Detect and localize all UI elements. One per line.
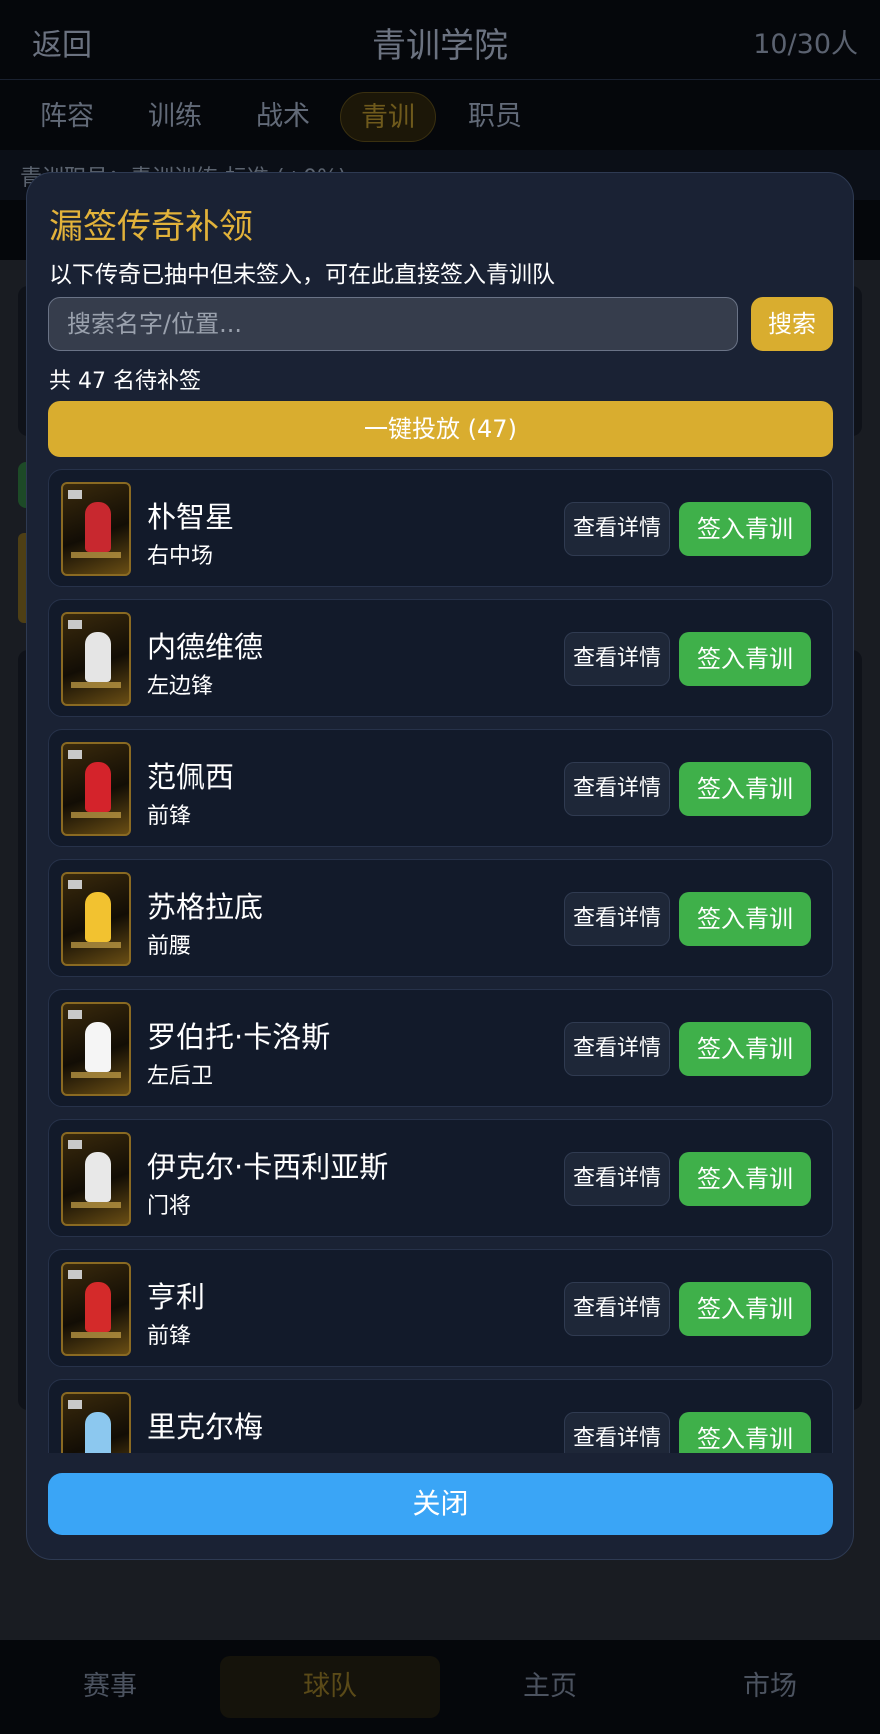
player-card-image xyxy=(61,1132,131,1226)
app-header: 返回 青训学院 10/30人 xyxy=(0,0,880,80)
player-position: 前腰 xyxy=(147,934,192,959)
player-card-image xyxy=(61,872,131,966)
flag-icon xyxy=(68,880,82,889)
flag-icon xyxy=(68,490,82,499)
view-details-button[interactable]: 查看详情 xyxy=(564,892,670,946)
tab-youth[interactable]: 青训 xyxy=(340,92,436,142)
legend-claim-modal: 漏签传奇补领 以下传奇已抽中但未签入，可在此直接签入青训队 搜索 共 47 名待… xyxy=(26,172,854,1560)
nav-matches[interactable]: 赛事 xyxy=(0,1640,220,1734)
player-figure-icon xyxy=(85,632,111,682)
sign-youth-button[interactable]: 签入青训 xyxy=(679,1412,811,1453)
card-name-bar xyxy=(71,942,121,948)
card-name-bar xyxy=(71,1202,121,1208)
player-position: 前锋 xyxy=(147,804,192,829)
tab-training[interactable]: 训练 xyxy=(128,92,222,142)
list-item: 朴智星右中场 查看详情 签入青训 xyxy=(48,469,833,587)
card-name-bar xyxy=(71,1332,121,1338)
list-item: 苏格拉底前腰 查看详情 签入青训 xyxy=(48,859,833,977)
sign-youth-button[interactable]: 签入青训 xyxy=(679,1022,811,1076)
view-details-button[interactable]: 查看详情 xyxy=(564,502,670,556)
player-figure-icon xyxy=(85,1152,111,1202)
nav-market[interactable]: 市场 xyxy=(660,1640,880,1734)
player-name: 里克尔梅 xyxy=(147,1410,264,1444)
player-name: 亨利 xyxy=(147,1280,206,1314)
flag-icon xyxy=(68,1270,82,1279)
flag-icon xyxy=(68,1140,82,1149)
card-name-bar xyxy=(71,682,121,688)
player-card-image xyxy=(61,1392,131,1453)
close-button[interactable]: 关闭 xyxy=(48,1473,833,1535)
member-count: 10/30人 xyxy=(753,29,858,60)
player-name: 范佩西 xyxy=(147,760,235,794)
player-card-image xyxy=(61,742,131,836)
player-position: 左后卫 xyxy=(147,1064,214,1089)
player-card-image xyxy=(61,482,131,576)
pending-count: 共 47 名待补签 xyxy=(49,369,201,394)
tab-bar: 阵容 训练 战术 青训 职员 xyxy=(0,80,880,150)
list-item: 内德维德左边锋 查看详情 签入青训 xyxy=(48,599,833,717)
modal-description: 以下传奇已抽中但未签入，可在此直接签入青训队 xyxy=(49,262,555,288)
view-details-button[interactable]: 查看详情 xyxy=(564,632,670,686)
player-position: 前锋 xyxy=(147,1324,192,1349)
player-card-image xyxy=(61,1002,131,1096)
player-position: 前腰 xyxy=(147,1448,191,1453)
player-position: 左边锋 xyxy=(147,674,214,699)
nav-home[interactable]: 主页 xyxy=(440,1640,660,1734)
card-name-bar xyxy=(71,812,121,818)
flag-icon xyxy=(68,1010,82,1019)
player-figure-icon xyxy=(85,892,111,942)
search-input[interactable] xyxy=(48,297,738,351)
player-position: 门将 xyxy=(147,1194,192,1219)
one-key-deploy-button[interactable]: 一键投放 (47) xyxy=(48,401,833,457)
tab-lineup[interactable]: 阵容 xyxy=(20,92,114,142)
player-list[interactable]: 朴智星 右中场 查看详情 签入青训 内德维德 左边锋 查看详情 签入青训 范佩西 前锋 查看详情 签入… xyxy=(48,469,833,1453)
view-details-button[interactable]: 查看详情 xyxy=(564,762,670,816)
player-name: 苏格拉底 xyxy=(147,890,264,924)
player-name: 朴智星 xyxy=(147,500,235,534)
view-details-button[interactable]: 查看详情 xyxy=(564,1022,670,1076)
list-item: 亨利前锋 查看详情 签入青训 xyxy=(48,1249,833,1367)
bottom-nav: 赛事 球队 主页 市场 xyxy=(0,1640,880,1734)
sign-youth-button[interactable]: 签入青训 xyxy=(679,632,811,686)
player-position: 右中场 xyxy=(147,544,214,569)
player-name: 伊克尔·卡西利亚斯 xyxy=(147,1150,389,1184)
modal-title: 漏签传奇补领 xyxy=(49,207,253,247)
view-details-button[interactable]: 查看详情 xyxy=(564,1282,670,1336)
player-card-image xyxy=(61,1262,131,1356)
list-item: 范佩西前锋 查看详情 签入青训 xyxy=(48,729,833,847)
view-details-button[interactable]: 查看详情 xyxy=(564,1152,670,1206)
flag-icon xyxy=(68,620,82,629)
player-name: 罗伯托·卡洛斯 xyxy=(147,1020,331,1054)
page-title: 青训学院 xyxy=(372,26,508,66)
sign-youth-button[interactable]: 签入青训 xyxy=(679,762,811,816)
card-name-bar xyxy=(71,552,121,558)
tab-staff[interactable]: 职员 xyxy=(448,92,542,142)
search-button[interactable]: 搜索 xyxy=(751,297,833,351)
player-card-image xyxy=(61,612,131,706)
player-figure-icon xyxy=(85,1282,111,1332)
list-item: 罗伯托·卡洛斯左后卫 查看详情 签入青训 xyxy=(48,989,833,1107)
player-figure-icon xyxy=(85,762,111,812)
sign-youth-button[interactable]: 签入青训 xyxy=(679,892,811,946)
view-details-button[interactable]: 查看详情 xyxy=(564,1412,670,1453)
sign-youth-button[interactable]: 签入青训 xyxy=(679,1282,811,1336)
sign-youth-button[interactable]: 签入青训 xyxy=(679,1152,811,1206)
list-item: 伊克尔·卡西利亚斯门将 查看详情 签入青训 xyxy=(48,1119,833,1237)
player-figure-icon xyxy=(85,1412,111,1453)
sign-youth-button[interactable]: 签入青训 xyxy=(679,502,811,556)
player-figure-icon xyxy=(85,1022,111,1072)
tab-tactics[interactable]: 战术 xyxy=(236,92,330,142)
flag-icon xyxy=(68,1400,82,1409)
nav-team[interactable]: 球队 xyxy=(220,1640,440,1734)
player-figure-icon xyxy=(85,502,111,552)
player-name: 内德维德 xyxy=(147,630,264,664)
flag-icon xyxy=(68,750,82,759)
card-name-bar xyxy=(71,1072,121,1078)
list-item: 里克尔梅前腰 查看详情签入青训 xyxy=(48,1379,833,1453)
